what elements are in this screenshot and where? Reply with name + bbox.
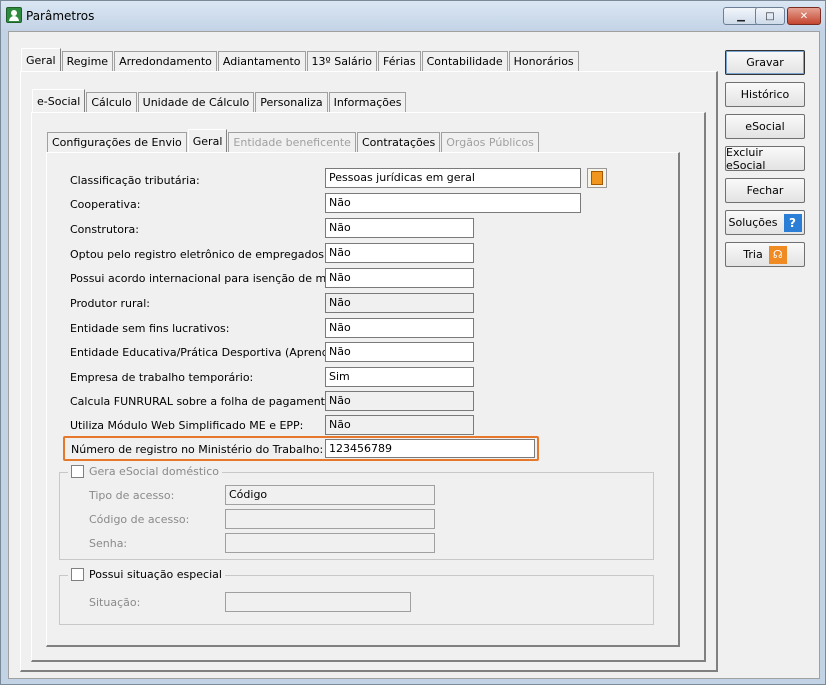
acordo-internacional-select[interactable]: Não — [325, 268, 474, 288]
tipo-acesso-field: Código — [225, 485, 435, 505]
tab-configuracoes-envio[interactable]: Configurações de Envio — [47, 132, 187, 152]
gravar-button[interactable]: Gravar — [725, 50, 805, 75]
situacao-especial-title: Possui situação especial — [89, 568, 222, 581]
app-user-icon — [6, 7, 22, 23]
tab-entidade-beneficente: Entidade beneficente — [228, 132, 356, 152]
gravar-label: Gravar — [746, 56, 784, 69]
window-title: Parâmetros — [26, 9, 95, 23]
solucoes-label: Soluções — [728, 216, 778, 229]
tab-honorarios[interactable]: Honorários — [508, 51, 579, 71]
tab-arredondamento[interactable]: Arredondamento — [114, 51, 217, 71]
fechar-label: Fechar — [746, 184, 784, 197]
label-funrural: Calcula FUNRURAL sobre a folha de pagame… — [70, 395, 336, 408]
funrural-field: Não — [325, 391, 474, 411]
trabalho-temporario-select[interactable]: Sim — [325, 367, 474, 387]
tab-geral[interactable]: Geral — [21, 48, 61, 71]
label-situacao: Situação: — [89, 596, 141, 609]
label-construtora: Construtora: — [70, 223, 139, 236]
maximize-icon: □ — [765, 10, 775, 22]
label-produtor-rural: Produtor rural: — [70, 297, 150, 310]
excluir-esocial-button[interactable]: Excluir eSocial — [725, 145, 805, 172]
tab-13-salario[interactable]: 13º Salário — [306, 51, 378, 71]
tab-orgaos-publicos: Orgãos Públicos — [441, 132, 539, 152]
esocial-domestico-header: Gera eSocial doméstico — [68, 465, 223, 478]
main-tab-strip: Geral Regime Arredondamento Adiantamento… — [21, 48, 580, 71]
title-bar: Parâmetros ▁ □ ✕ — [1, 1, 825, 31]
sem-fins-lucrativos-select[interactable]: Não — [325, 318, 474, 338]
senha-field — [225, 533, 435, 553]
tab-personaliza[interactable]: Personaliza — [255, 92, 328, 112]
cooperativa-select[interactable]: Não — [325, 193, 581, 213]
construtora-select[interactable]: Não — [325, 218, 474, 238]
trial-icon: ☊ — [768, 245, 787, 264]
sub-tab-strip: e-Social Cálculo Unidade de Cálculo Pers… — [32, 89, 407, 112]
historico-label: Histórico — [740, 88, 790, 101]
label-cooperativa: Cooperativa: — [70, 198, 141, 211]
label-senha: Senha: — [89, 537, 128, 550]
situacao-especial-header: Possui situação especial — [68, 568, 225, 581]
esocial-label: eSocial — [745, 120, 785, 133]
label-entidade-educativa: Entidade Educativa/Prática Desportiva (A… — [70, 346, 346, 359]
label-tipo-acesso: Tipo de acesso: — [89, 489, 175, 502]
minimize-icon: ▁ — [737, 10, 745, 22]
tab-esocial[interactable]: e-Social — [32, 89, 86, 112]
modulo-web-field: Não — [325, 415, 474, 435]
tria-button[interactable]: Tria ☊ — [725, 242, 805, 267]
esocial-domestico-title: Gera eSocial doméstico — [89, 465, 220, 478]
tab-regime[interactable]: Regime — [61, 51, 114, 71]
minimize-button[interactable]: ▁ — [723, 7, 759, 25]
situacao-especial-checkbox[interactable] — [71, 568, 84, 581]
tab-inner-geral[interactable]: Geral — [187, 129, 228, 152]
lookup-button[interactable] — [587, 168, 607, 188]
situacao-field — [225, 592, 411, 612]
classificacao-tributaria-field[interactable]: Pessoas jurídicas em geral — [325, 168, 581, 188]
tab-ferias[interactable]: Férias — [378, 51, 421, 71]
label-registro-eletronico: Optou pelo registro eletrônico de empreg… — [70, 248, 328, 261]
tria-label: Tria — [743, 248, 763, 261]
label-trabalho-temporario: Empresa de trabalho temporário: — [70, 371, 254, 384]
esocial-button[interactable]: eSocial — [725, 114, 805, 139]
registro-eletronico-select[interactable]: Não — [325, 243, 474, 263]
label-classificacao-tributaria: Classificação tributária: — [70, 174, 200, 187]
close-icon: ✕ — [799, 10, 809, 22]
tab-unidade-calculo[interactable]: Unidade de Cálculo — [137, 92, 255, 112]
entidade-educativa-select[interactable]: Não — [325, 342, 474, 362]
label-codigo-acesso: Código de acesso: — [89, 513, 190, 526]
tab-contratacoes[interactable]: Contratações — [356, 132, 441, 152]
label-registro-ministerio: Número de registro no Ministério do Trab… — [71, 443, 324, 456]
excluir-esocial-label: Excluir eSocial — [726, 145, 766, 172]
historico-button[interactable]: Histórico — [725, 82, 805, 107]
close-button[interactable]: ✕ — [787, 7, 821, 25]
label-sem-fins-lucrativos: Entidade sem fins lucrativos: — [70, 322, 230, 335]
document-search-icon — [591, 171, 603, 185]
maximize-button[interactable]: □ — [755, 7, 785, 25]
registro-ministerio-input[interactable]: 123456789 — [325, 439, 535, 458]
esocial-domestico-checkbox[interactable] — [71, 465, 84, 478]
codigo-acesso-field — [225, 509, 435, 529]
tab-adiantamento[interactable]: Adiantamento — [217, 51, 306, 71]
tab-calculo[interactable]: Cálculo — [86, 92, 137, 112]
produtor-rural-field: Não — [325, 293, 474, 313]
client-area: Geral Regime Arredondamento Adiantamento… — [8, 31, 820, 679]
inner-tab-strip: Configurações de Envio Geral Entidade be… — [47, 129, 540, 152]
label-modulo-web: Utiliza Módulo Web Simplificado ME e EPP… — [70, 419, 304, 432]
solucoes-button[interactable]: Soluções ? — [725, 210, 805, 235]
parametros-window: Parâmetros ▁ □ ✕ Geral Regime Arredondam… — [0, 0, 826, 685]
tab-informacoes[interactable]: Informações — [328, 92, 407, 112]
help-icon: ? — [783, 213, 802, 232]
label-acordo-internacional: Possui acordo internacional para isenção… — [70, 272, 352, 285]
fechar-button[interactable]: Fechar — [725, 178, 805, 203]
tab-contabilidade[interactable]: Contabilidade — [421, 51, 508, 71]
